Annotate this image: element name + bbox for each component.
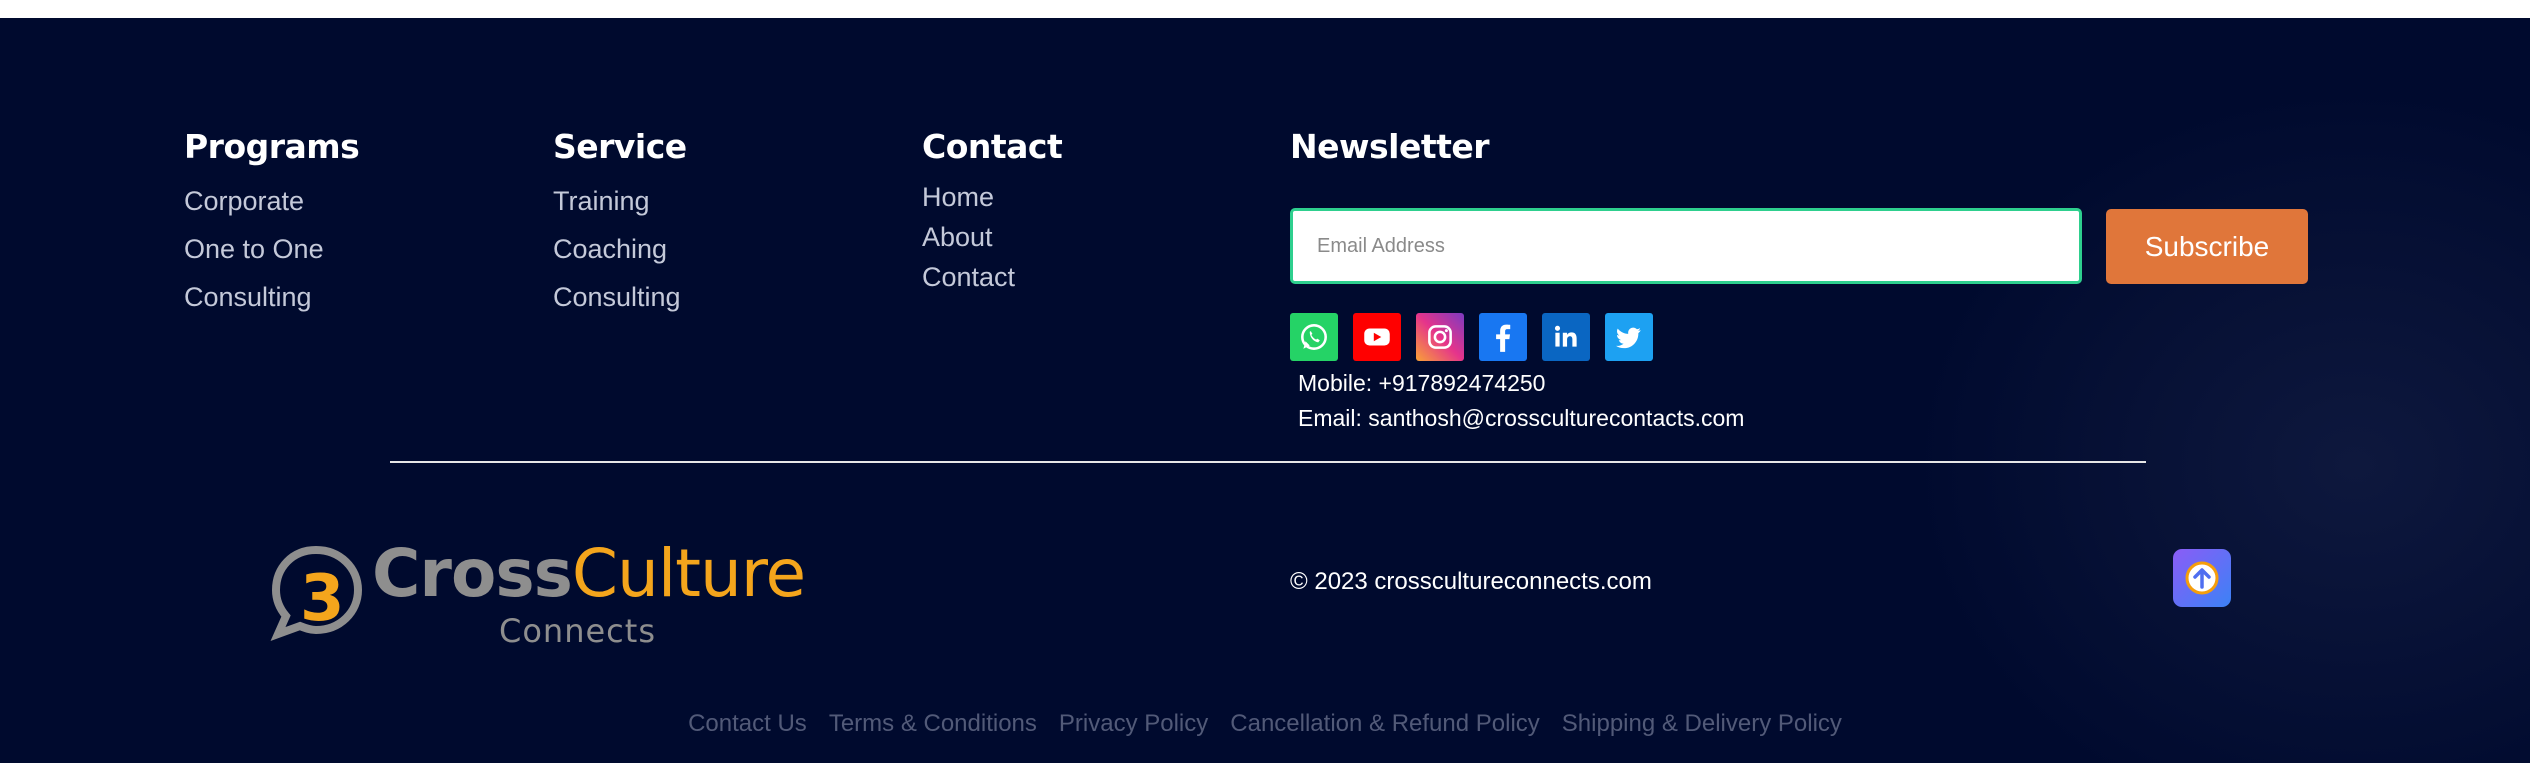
legal-link-shipping-delivery[interactable]: Shipping & Delivery Policy: [1562, 710, 1842, 738]
legal-link-terms[interactable]: Terms & Conditions: [829, 710, 1037, 738]
footer-divider: [390, 461, 2146, 463]
legal-links: Contact Us Terms & Conditions Privacy Po…: [0, 710, 2530, 738]
service-heading: Service: [553, 127, 687, 166]
twitter-icon[interactable]: [1605, 313, 1653, 361]
contact-email: Email: santhosh@crossculturecontacts.com: [1298, 405, 1745, 431]
programs-link-corporate[interactable]: Corporate: [184, 177, 359, 225]
service-link-consulting[interactable]: Consulting: [553, 273, 687, 321]
contact-link-home[interactable]: Home: [922, 177, 1062, 217]
service-link-coaching[interactable]: Coaching: [553, 225, 687, 273]
contact-link-about[interactable]: About: [922, 217, 1062, 257]
service-list: Training Coaching Consulting: [553, 177, 687, 321]
bottom-white-strip: [0, 763, 2530, 768]
programs-link-consulting[interactable]: Consulting: [184, 273, 359, 321]
linkedin-icon[interactable]: [1542, 313, 1590, 361]
newsletter-column: Newsletter: [1290, 127, 1490, 167]
arrow-up-circle-icon: [2185, 561, 2219, 595]
top-white-strip: [0, 0, 2530, 18]
programs-heading: Programs: [184, 127, 360, 166]
youtube-icon[interactable]: [1353, 313, 1401, 361]
programs-list: Corporate One to One Consulting: [184, 177, 359, 321]
logo-subtitle: Connects: [499, 612, 656, 650]
scroll-to-top-button[interactable]: [2173, 549, 2231, 607]
background-decoration: [1830, 18, 2530, 763]
newsletter-email-input[interactable]: [1290, 208, 2082, 284]
copyright-text: © 2023 crosscultureconnects.com: [1290, 568, 1652, 595]
service-link-training[interactable]: Training: [553, 177, 687, 225]
contact-heading: Contact: [922, 127, 1063, 166]
newsletter-heading: Newsletter: [1290, 127, 1490, 166]
mobile-number: Mobile: +917892474250: [1298, 370, 1546, 396]
subscribe-button[interactable]: Subscribe: [2106, 209, 2308, 284]
legal-link-cancellation-refund[interactable]: Cancellation & Refund Policy: [1230, 710, 1540, 738]
crossculture-logo[interactable]: 3 CrossCulture Connects: [268, 534, 806, 654]
contact-column: Contact Home About Contact: [922, 127, 1063, 297]
programs-column: Programs Corporate One to One Consulting: [184, 127, 360, 321]
legal-link-contact-us[interactable]: Contact Us: [688, 710, 807, 738]
logo-word-cross: Cross: [372, 535, 573, 612]
legal-link-privacy[interactable]: Privacy Policy: [1059, 710, 1208, 738]
contact-link-contact[interactable]: Contact: [922, 257, 1062, 297]
social-links: [1290, 313, 1653, 361]
service-column: Service Training Coaching Consulting: [553, 127, 687, 321]
instagram-icon[interactable]: [1416, 313, 1464, 361]
whatsapp-icon[interactable]: [1290, 313, 1338, 361]
logo-word-culture: Culture: [571, 535, 806, 612]
logo-mark-text: 3: [300, 562, 345, 636]
contact-list: Home About Contact: [922, 177, 1062, 297]
programs-link-one-to-one[interactable]: One to One: [184, 225, 359, 273]
logo-wordmark: CrossCulture: [372, 534, 806, 614]
logo-mark-icon: 3: [270, 545, 363, 641]
facebook-icon[interactable]: [1479, 313, 1527, 361]
